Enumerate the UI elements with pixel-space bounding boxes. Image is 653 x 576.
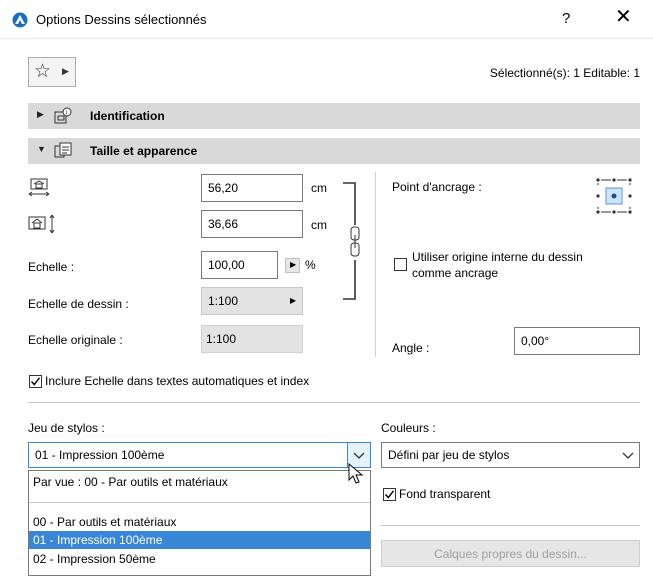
collapsed-triangle-icon: ▶ (37, 109, 44, 119)
pen-set-dropdown[interactable]: 01 - Impression 100ème (28, 442, 371, 468)
checkmark-icon (384, 490, 395, 499)
identification-icon: i (54, 107, 72, 125)
pen-set-value: 01 - Impression 100ème (35, 448, 165, 462)
column-separator (375, 172, 376, 357)
caret-right-icon: ▶ (290, 260, 297, 269)
chevron-down-icon (617, 443, 639, 467)
scale-unit: % (305, 258, 316, 272)
title-divider (0, 38, 653, 39)
section-divider (381, 525, 640, 526)
dropdown-item[interactable]: 00 - Par outils et matériaux (29, 513, 370, 531)
dropdown-item[interactable]: Par vue : 00 - Par outils et matériaux (29, 473, 370, 491)
star-icon: ☆ (34, 61, 52, 82)
section-divider (28, 402, 640, 403)
use-origin-label-line2: comme ancrage (412, 266, 499, 280)
height-unit: cm (311, 218, 327, 232)
checkmark-icon (30, 377, 41, 386)
transparent-label: Fond transparent (399, 487, 491, 501)
use-origin-label-line1: Utiliser origine interne du dessin (412, 250, 583, 264)
angle-input[interactable]: 0,00° (514, 327, 640, 355)
use-origin-checkbox[interactable] (394, 258, 407, 271)
angle-label: Angle : (392, 341, 430, 355)
scale-input[interactable]: 100,00 (201, 251, 278, 279)
anchor-point-selector[interactable] (594, 176, 634, 216)
drawing-scale-dropdown[interactable]: 1:100 ▶ (201, 287, 303, 315)
proportion-link-icon[interactable] (341, 180, 363, 302)
transparent-checkbox[interactable] (383, 488, 396, 501)
drawing-scale-label: Echelle de dessin : (28, 297, 129, 311)
panel-identification-header[interactable]: ▶ i Identification (28, 103, 640, 129)
window-title: Options Dessins sélectionnés (36, 12, 207, 27)
pen-set-dropdown-list: Par vue : 00 - Par outils et matériaux 0… (28, 470, 371, 576)
dropdown-separator (29, 502, 370, 503)
include-scale-label: Inclure Echelle dans textes automatiques… (45, 374, 310, 388)
height-icon (28, 213, 58, 235)
colors-label: Couleurs : (381, 421, 436, 435)
original-scale-label: Echelle originale : (28, 333, 123, 347)
dropdown-item-selected[interactable]: 01 - Impression 100ème (29, 531, 370, 549)
height-input[interactable]: 36,66 (201, 210, 303, 238)
use-origin-label: Utiliser origine interne du dessin comme… (412, 249, 583, 281)
caret-right-icon: ▶ (290, 296, 297, 305)
help-button[interactable]: ? (562, 10, 570, 27)
svg-text:i: i (66, 110, 67, 116)
favorites-button[interactable]: ☆ ▶ (28, 57, 76, 87)
panel-size-header[interactable]: ▼ Taille et apparence (28, 138, 640, 164)
archicad-app-icon (12, 12, 28, 28)
mouse-cursor-icon (348, 462, 364, 485)
width-icon (28, 177, 50, 199)
caret-right-icon: ▶ (62, 66, 69, 76)
anchor-point-label: Point d'ancrage : (392, 180, 482, 194)
colors-value: Défini par jeu de stylos (388, 448, 510, 462)
pen-set-label: Jeu de stylos : (28, 421, 105, 435)
expanded-triangle-icon: ▼ (37, 144, 46, 154)
scale-popup-button[interactable]: ▶ (285, 258, 300, 273)
panel-identification-label: Identification (90, 109, 165, 123)
colors-dropdown[interactable]: Défini par jeu de stylos (381, 442, 640, 468)
close-button[interactable]: ✕ (615, 7, 632, 27)
dropdown-item[interactable]: 02 - Impression 50ème (29, 550, 370, 568)
drawing-layers-button[interactable]: Calques propres du dessin... (381, 540, 640, 567)
drawing-scale-value: 1:100 (208, 294, 239, 308)
size-appearance-icon (54, 142, 72, 160)
scale-label: Echelle : (28, 260, 75, 274)
original-scale-value: 1:100 (201, 325, 303, 353)
include-scale-checkbox[interactable] (29, 375, 42, 388)
selection-status: Sélectionné(s): 1 Editable: 1 (489, 66, 640, 80)
width-input[interactable]: 56,20 (201, 174, 303, 202)
panel-size-label: Taille et apparence (90, 144, 198, 158)
width-unit: cm (311, 181, 327, 195)
